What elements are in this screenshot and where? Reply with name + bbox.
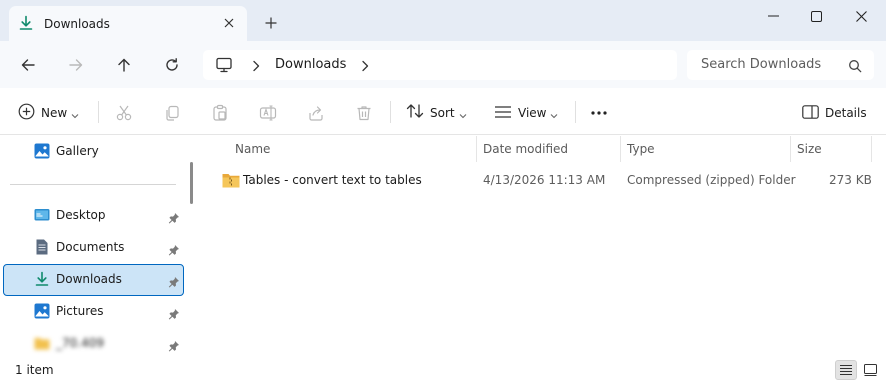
column-divider[interactable] <box>871 136 872 162</box>
title-bar: Downloads <box>0 0 886 41</box>
copy-icon[interactable] <box>162 103 182 123</box>
sidebar-item-gallery[interactable]: Gallery <box>3 136 184 168</box>
sidebar-item-pictures[interactable]: Pictures <box>3 296 184 328</box>
column-header-type[interactable]: Type <box>627 142 655 156</box>
sidebar-item-label: Desktop <box>56 208 106 222</box>
zip-folder-icon <box>222 172 240 188</box>
minimize-icon[interactable] <box>762 6 784 26</box>
column-header-size[interactable]: Size <box>797 142 822 156</box>
divider <box>575 101 576 123</box>
file-list: Name Date modified Type Size Tables - co… <box>201 136 886 358</box>
pictures-icon <box>34 303 50 319</box>
sidebar-item-downloads[interactable]: Downloads <box>3 264 184 296</box>
divider <box>98 101 99 123</box>
file-explorer-window: Downloads Downloads Search Downloads New… <box>0 0 886 383</box>
details-pane-label: Details <box>825 106 867 120</box>
column-divider[interactable] <box>790 136 791 162</box>
divider <box>390 101 391 123</box>
sidebar-item-label: Downloads <box>56 272 122 286</box>
sidebar-item-label: Gallery <box>56 144 99 158</box>
navigation-pane: Gallery Desktop Documents Downloads Pict… <box>0 136 196 358</box>
sidebar-item-label: _70.409 <box>56 336 104 350</box>
column-divider[interactable] <box>476 136 477 162</box>
view-button-label: View <box>518 106 547 120</box>
file-size: 273 KB <box>829 173 872 187</box>
search-input[interactable]: Search Downloads <box>701 57 821 72</box>
view-lines-icon <box>494 104 512 123</box>
details-view-icon[interactable] <box>835 360 857 380</box>
column-header-date-modified[interactable]: Date modified <box>483 142 568 156</box>
documents-icon <box>34 239 50 255</box>
file-type: Compressed (zipped) Folder <box>627 173 796 187</box>
tab-downloads[interactable]: Downloads <box>9 6 247 41</box>
column-divider[interactable] <box>620 136 621 162</box>
status-bar: 1 item <box>0 358 886 383</box>
search-box[interactable]: Search Downloads <box>687 50 874 80</box>
sidebar-item-desktop[interactable]: Desktop <box>3 200 184 232</box>
sort-arrows-icon <box>406 103 424 123</box>
divider <box>10 184 176 185</box>
sidebar-item-label: Pictures <box>56 304 104 318</box>
chevron-down-icon <box>550 104 558 123</box>
monitor-icon[interactable] <box>215 56 233 74</box>
cut-icon[interactable] <box>114 103 134 123</box>
up-arrow-icon[interactable] <box>112 53 136 77</box>
new-button[interactable]: New <box>18 102 79 124</box>
download-arrow-icon <box>34 271 50 287</box>
sort-button[interactable]: Sort <box>406 102 467 124</box>
pin-icon[interactable] <box>168 209 180 224</box>
ellipsis-icon[interactable] <box>589 103 609 123</box>
chevron-right-icon[interactable] <box>250 58 262 72</box>
sidebar-item-label: Documents <box>56 240 125 254</box>
gallery-icon <box>34 143 50 159</box>
refresh-icon[interactable] <box>160 53 184 77</box>
search-icon <box>848 58 862 73</box>
plus-circle-icon <box>18 103 35 124</box>
download-arrow-icon <box>18 15 34 31</box>
sidebar-item-folder[interactable]: _70.409 <box>3 328 184 360</box>
navigation-bar: Downloads Search Downloads <box>0 41 886 88</box>
forward-arrow-icon[interactable] <box>64 53 88 77</box>
back-arrow-icon[interactable] <box>16 53 40 77</box>
desktop-icon <box>34 207 50 223</box>
close-icon[interactable] <box>219 13 239 33</box>
sort-button-label: Sort <box>430 106 455 120</box>
maximize-icon[interactable] <box>805 6 827 26</box>
table-row[interactable]: Tables - convert text to tables 4/13/202… <box>217 168 877 192</box>
chevron-right-icon[interactable] <box>359 58 371 72</box>
pin-icon[interactable] <box>168 273 180 288</box>
plus-icon[interactable] <box>262 14 280 32</box>
tiles-view-icon[interactable] <box>859 360 881 380</box>
delete-icon[interactable] <box>354 103 374 123</box>
view-button[interactable]: View <box>494 102 558 124</box>
details-pane-icon <box>802 104 819 123</box>
chevron-down-icon <box>459 104 467 123</box>
column-header-name[interactable]: Name <box>235 142 270 156</box>
chevron-down-icon <box>71 104 79 123</box>
breadcrumb-downloads[interactable]: Downloads <box>275 57 346 72</box>
details-pane-button[interactable]: Details <box>802 102 867 124</box>
address-bar[interactable]: Downloads <box>203 50 677 80</box>
tab-title: Downloads <box>44 17 110 31</box>
rename-icon[interactable] <box>258 103 278 123</box>
close-icon[interactable] <box>850 6 872 26</box>
pin-icon[interactable] <box>168 337 180 352</box>
sidebar-scrollbar[interactable] <box>190 162 193 204</box>
sidebar-item-documents[interactable]: Documents <box>3 232 184 264</box>
file-name: Tables - convert text to tables <box>243 173 422 187</box>
new-button-label: New <box>41 106 68 120</box>
folder-icon <box>34 335 50 351</box>
pin-icon[interactable] <box>168 305 180 320</box>
command-bar: New Sort View Details <box>0 88 886 135</box>
pin-icon[interactable] <box>168 241 180 256</box>
file-date-modified: 4/13/2026 11:13 AM <box>483 173 606 187</box>
share-icon[interactable] <box>306 103 326 123</box>
item-count: 1 item <box>15 363 54 377</box>
paste-icon[interactable] <box>210 103 230 123</box>
